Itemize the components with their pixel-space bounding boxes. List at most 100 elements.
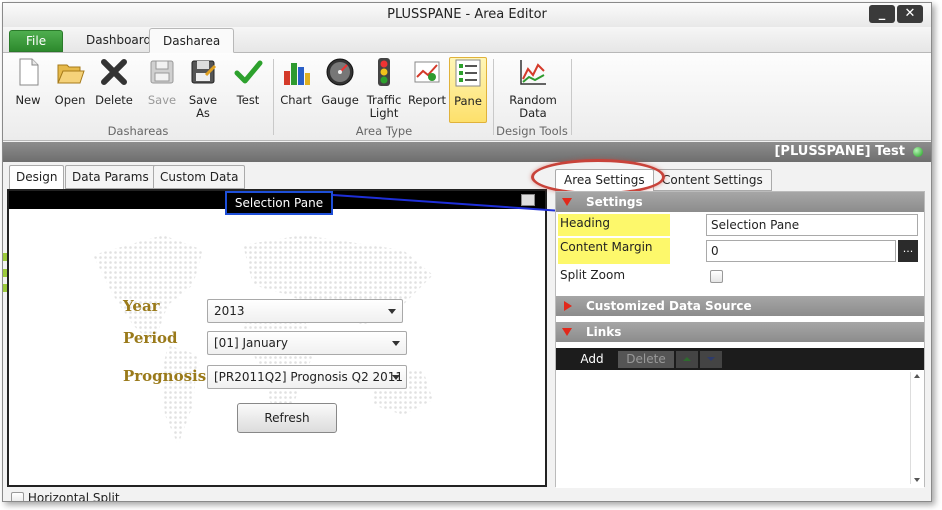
- test-label: Test: [236, 93, 260, 107]
- dashareas-group-label: Dashareas: [107, 124, 169, 138]
- tab-dasharea[interactable]: Dasharea: [149, 28, 235, 53]
- edge-marker: [3, 284, 7, 292]
- random-data-chart-icon: [520, 60, 546, 85]
- year-select[interactable]: 2013: [207, 299, 403, 323]
- save-disk-icon: [150, 60, 174, 84]
- links-list[interactable]: [556, 370, 924, 488]
- split-zoom-label: Split Zoom: [560, 268, 626, 282]
- gauge-icon: [326, 58, 354, 86]
- tab-data-params[interactable]: Data Params: [65, 165, 156, 189]
- open-folder-icon: [57, 64, 85, 84]
- save-button[interactable]: Save: [143, 57, 181, 123]
- content-margin-label: Content Margin: [558, 238, 670, 264]
- tab-content-settings[interactable]: Content Settings: [653, 169, 772, 191]
- ribbon-separator: [571, 59, 572, 135]
- report-label: Report: [407, 93, 447, 107]
- settings-title: Settings: [586, 195, 643, 209]
- delete-link-button[interactable]: Delete: [618, 351, 674, 368]
- bar-chart-icon: [284, 63, 310, 85]
- links-scrollbar[interactable]: [910, 372, 922, 484]
- content-margin-input[interactable]: 0: [706, 240, 896, 262]
- ribbon-separator: [273, 59, 274, 135]
- area-editor-window: PLUSSPANE - Area Editor _ ✕ File Dashboa…: [2, 2, 932, 502]
- split-zoom-checkbox[interactable]: [710, 270, 723, 283]
- year-value: 2013: [214, 304, 245, 318]
- edge-marker: [3, 269, 7, 277]
- tab-file[interactable]: File: [9, 30, 64, 52]
- horizontal-split-checkbox[interactable]: [11, 492, 24, 501]
- new-button[interactable]: New: [9, 57, 47, 123]
- delete-button[interactable]: Delete: [93, 57, 135, 123]
- open-button[interactable]: Open: [51, 57, 89, 123]
- save-as-button[interactable]: Save As: [183, 57, 223, 123]
- save-as-disk-icon: [191, 60, 217, 84]
- delete-x-icon: [101, 59, 127, 85]
- report-button[interactable]: Report: [407, 57, 447, 123]
- ribbon-separator: [493, 59, 494, 135]
- area-type-group-label: Area Type: [355, 124, 413, 138]
- window-title: PLUSSPANE - Area Editor: [387, 7, 547, 22]
- traffic-light-label: Traffic Light: [366, 93, 402, 120]
- selection-pane-callout: Selection Pane: [225, 191, 333, 215]
- status-bar: [PLUSSPANE] Test: [3, 142, 931, 162]
- pane-list-icon: [455, 59, 481, 87]
- expanded-triangle-icon: [562, 328, 572, 336]
- customized-data-source-header[interactable]: Customized Data Source: [556, 296, 924, 316]
- test-button[interactable]: Test: [229, 57, 267, 123]
- heading-label: Heading: [558, 214, 670, 236]
- design-canvas: Year 2013 Period [01] January Prognosis …: [7, 189, 547, 487]
- checkmark-icon: [234, 60, 263, 84]
- pane-button[interactable]: Pane: [449, 57, 487, 123]
- pane-minimize-icon[interactable]: [521, 194, 535, 206]
- expanded-triangle-icon: [562, 198, 572, 206]
- prognosis-select[interactable]: [PR2011Q2] Prognosis Q2 2011: [207, 365, 407, 389]
- chevron-down-icon: [392, 341, 400, 346]
- collapsed-triangle-icon: [564, 301, 572, 311]
- move-down-icon[interactable]: [700, 351, 722, 368]
- open-label: Open: [54, 93, 86, 107]
- area-settings-highlight-ellipse: [531, 159, 665, 195]
- close-button[interactable]: ✕: [897, 5, 923, 23]
- chevron-down-icon: [388, 309, 396, 314]
- refresh-button[interactable]: Refresh: [237, 403, 337, 433]
- save-label: Save: [147, 93, 177, 107]
- period-select[interactable]: [01] January: [207, 331, 407, 355]
- prognosis-label: Prognosis: [123, 367, 207, 385]
- minimize-button[interactable]: _: [869, 5, 895, 23]
- tab-custom-data[interactable]: Custom Data: [153, 165, 246, 189]
- edge-marker: [3, 253, 7, 261]
- new-document-icon: [19, 58, 39, 86]
- pane-label: Pane: [454, 94, 482, 108]
- prognosis-value: [PR2011Q2] Prognosis Q2 2011: [214, 370, 404, 384]
- links-toolbar: Add Delete: [556, 348, 924, 370]
- links-title: Links: [586, 325, 622, 339]
- gauge-label: Gauge: [321, 93, 359, 107]
- new-label: New: [15, 93, 41, 107]
- random-data-button[interactable]: Random Data: [505, 57, 561, 123]
- horizontal-split-label: Horizontal Split: [27, 491, 120, 502]
- year-label: Year: [123, 297, 160, 315]
- status-ok-icon: [913, 147, 923, 157]
- tab-design[interactable]: Design: [9, 165, 65, 190]
- add-link-button[interactable]: Add: [566, 351, 618, 368]
- settings-section-header[interactable]: Settings: [556, 192, 924, 212]
- ribbon: New Open Delete Save Save As Test Dashar…: [3, 53, 931, 141]
- chart-button[interactable]: Chart: [277, 57, 315, 123]
- design-tools-group-label: Design Tools: [496, 124, 568, 138]
- area-settings-panel: Settings Heading Selection Pane Content …: [555, 191, 925, 488]
- gauge-button[interactable]: Gauge: [319, 57, 361, 123]
- traffic-light-icon: [378, 58, 390, 86]
- links-section-header[interactable]: Links: [556, 322, 924, 342]
- heading-input[interactable]: Selection Pane: [706, 214, 918, 236]
- move-up-icon[interactable]: [676, 351, 698, 368]
- margin-ellipsis-button[interactable]: ...: [898, 240, 918, 262]
- period-value: [01] January: [214, 336, 288, 350]
- horizontal-split-option[interactable]: Horizontal Split: [11, 491, 120, 502]
- traffic-light-button[interactable]: Traffic Light: [363, 57, 405, 123]
- chart-label: Chart: [280, 93, 312, 107]
- dasharea-name: [PLUSSPANE] Test: [774, 144, 905, 159]
- random-data-label: Random Data: [509, 93, 557, 120]
- chevron-down-icon: [392, 375, 400, 380]
- period-label: Period: [123, 329, 178, 347]
- report-icon: [414, 61, 440, 83]
